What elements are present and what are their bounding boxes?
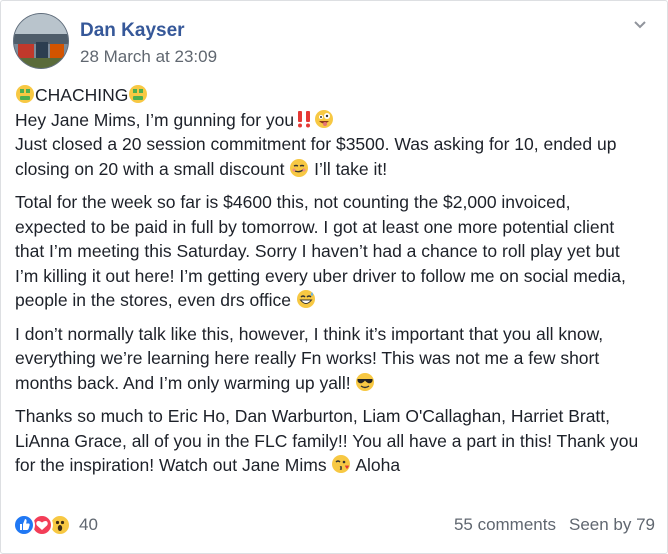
- kiss-wink-emoji: [332, 455, 351, 473]
- post-card: Dan Kayser 28 March at 23:09 CHACHING He…: [0, 0, 668, 554]
- post-paragraph-2-text: Total for the week so far is $4600 this,…: [15, 192, 626, 310]
- post-paragraph-4: Thanks so much to Eric Ho, Dan Warburton…: [15, 404, 645, 478]
- money-mouth-emoji: [16, 85, 34, 103]
- grin-sweat-emoji: [296, 290, 315, 308]
- post-line-3-tail: I’ll take it!: [309, 158, 388, 179]
- crazy-face-emoji: [315, 109, 334, 128]
- post-meta: 55 comments Seen by 79: [454, 515, 655, 535]
- post-body: CHACHING Hey Jane Mims, I’m gunning for …: [15, 83, 645, 487]
- post-line-1-text: CHACHING: [35, 85, 129, 105]
- sunglasses-emoji: [356, 372, 375, 391]
- post-paragraph-4-text: Thanks so much to Eric Ho, Dan Warburton…: [15, 406, 639, 475]
- post-paragraph-3: I don’t normally talk like this, however…: [15, 322, 645, 396]
- post-timestamp[interactable]: 28 March at 23:09: [80, 47, 217, 67]
- author-avatar[interactable]: [13, 13, 69, 69]
- reactions-summary[interactable]: 40: [13, 513, 98, 537]
- post-paragraph-4-tail: Aloha: [351, 455, 401, 475]
- chevron-down-icon[interactable]: [631, 15, 649, 33]
- like-reaction-icon: [13, 514, 35, 536]
- post-footer: 40 55 comments Seen by 79: [13, 511, 655, 539]
- post-paragraph-3-text: I don’t normally talk like this, however…: [15, 323, 604, 393]
- comments-link[interactable]: 55 comments: [454, 515, 556, 535]
- money-mouth-emoji: [129, 85, 148, 103]
- avatar-photo: [14, 14, 68, 68]
- seen-by-link[interactable]: Seen by 79: [569, 515, 655, 535]
- author-name[interactable]: Dan Kayser: [80, 20, 185, 42]
- post-header: Dan Kayser 28 March at 23:09: [13, 13, 655, 73]
- post-paragraph-2: Total for the week so far is $4600 this,…: [15, 190, 645, 313]
- post-paragraph-1: CHACHING Hey Jane Mims, I’m gunning for …: [15, 83, 645, 181]
- post-line-2-text: Hey Jane Mims, I’m gunning for you: [15, 109, 295, 130]
- double-exclamation-emoji: [298, 110, 311, 127]
- smirk-emoji: [290, 158, 309, 177]
- reaction-count: 40: [79, 515, 98, 534]
